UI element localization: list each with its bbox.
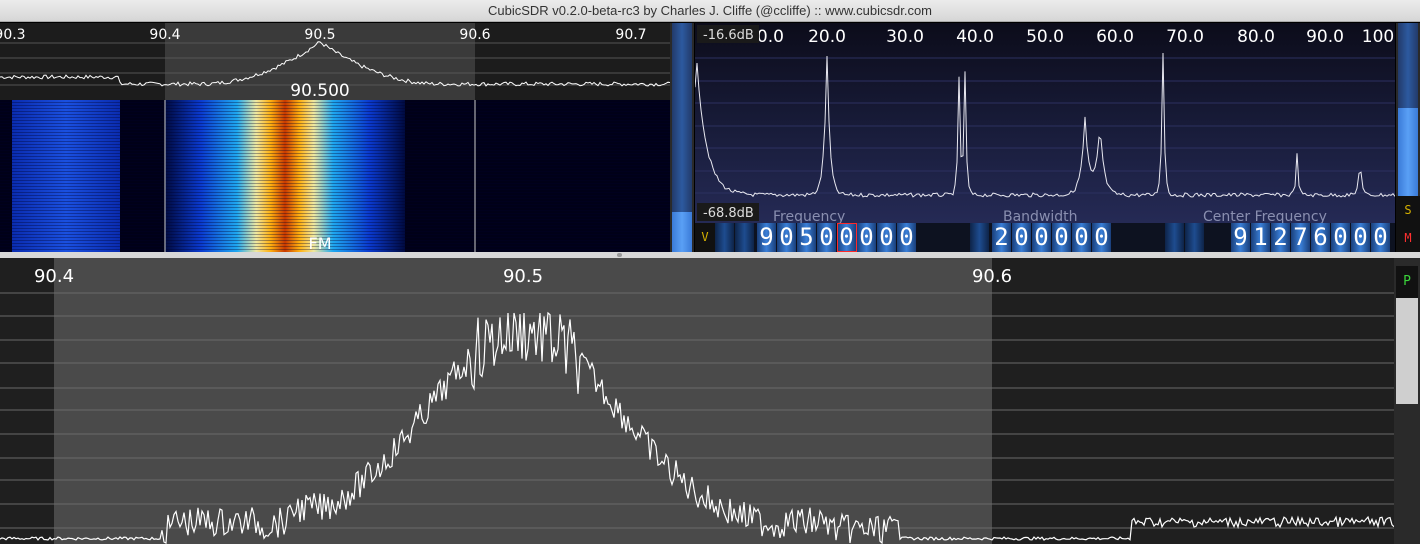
digit-cell[interactable]: 2 [992,223,1012,252]
audio-tick-label: 30.0 [886,27,924,47]
gain-meter-track [672,23,692,228]
digit-cell[interactable]: 0 [817,223,837,252]
digit-cell[interactable]: 0 [1072,223,1092,252]
digit-cell[interactable]: 0 [1032,223,1052,252]
digit-cell[interactable]: 0 [897,223,917,252]
frequency-pad-left [715,223,755,252]
audio-tick-label: 50.0 [1026,27,1064,47]
digit-cell[interactable]: 0 [1092,223,1112,252]
top-tick-label: 90.4 [149,27,180,43]
digit-cell[interactable]: 9 [1231,223,1251,252]
bottom-tick-label: 90.4 [34,266,74,287]
squelch-meter-track [1398,23,1418,108]
digit-cell[interactable]: 0 [1012,223,1032,252]
bandwidth-label: Bandwidth [1003,209,1078,223]
digit-cell[interactable]: 0 [877,223,897,252]
top-tick-label: 90.5 [304,27,335,43]
center-frequency-digits[interactable]: 91276000 [1231,223,1391,252]
frequency-label: Frequency [773,209,845,223]
audio-tick-label: 60.0 [1096,27,1134,47]
zoomed-band-highlight [54,258,992,544]
digit-cell[interactable]: 6 [1311,223,1331,252]
peak-meter [1396,298,1418,404]
audio-tick-label: 100 [1362,27,1394,47]
audio-tick-label: 90.0 [1306,27,1344,47]
audio-tick-label: 80.0 [1237,27,1275,47]
v-button[interactable]: V [695,223,715,252]
demod-mode-label: FM [308,234,331,252]
main-spectrum-svg: 90.3 90.4 90.5 90.6 90.7 90.500 [0,23,670,100]
gain-meter[interactable] [670,23,694,252]
p-button[interactable]: P [1396,266,1418,298]
waterfall-view[interactable]: FM [0,100,670,252]
digit-cell[interactable]: 2 [1271,223,1291,252]
audio-spectrum-svg: 10.0 20.0 30.0 40.0 50.0 60.0 70.0 80.0 90.0 100 … [695,25,1395,223]
digit-cell[interactable]: 7 [1291,223,1311,252]
top-tick-label: 90.7 [615,27,646,43]
digit-cell[interactable]: 0 [1052,223,1072,252]
m-button[interactable]: M [1396,224,1420,252]
squelch-meter[interactable]: S M [1396,23,1420,252]
bandwidth-pad [970,223,990,252]
db-bottom-label: -68.8dB [703,206,754,221]
digit-cell[interactable]: 0 [1331,223,1351,252]
digit-cell[interactable]: 0 [837,223,857,252]
center-frequency-label: 90.500 [290,81,349,100]
digit-cell[interactable]: 0 [1371,223,1391,252]
window-title: CubicSDR v0.2.0-beta-rc3 by Charles J. C… [0,0,1420,22]
center-pad [1165,223,1205,252]
audio-spectrum-trace [695,52,1395,198]
zoomed-spectrum-svg: 90.4 90.5 90.6 [0,258,1394,544]
audio-tick-label: 20.0 [808,27,846,47]
bottom-tick-label: 90.5 [503,266,543,287]
gain-meter-fill [672,212,692,252]
bandwidth-digits[interactable]: 200000 [992,223,1112,252]
digit-cell[interactable]: 5 [797,223,817,252]
main-spectrum-view[interactable]: 90.3 90.4 90.5 90.6 90.7 90.500 [0,23,670,100]
digit-cell[interactable]: 0 [1351,223,1371,252]
frequency-digits[interactable]: 90500000 [757,223,917,252]
audio-spectrum-view[interactable]: 10.0 20.0 30.0 40.0 50.0 60.0 70.0 80.0 90.0 100 … [695,23,1395,223]
bottom-tick-label: 90.6 [972,266,1012,287]
s-button[interactable]: S [1396,196,1420,224]
waterfall-svg: FM [0,100,670,252]
digit-cell[interactable]: 0 [777,223,797,252]
zoomed-spectrum-view[interactable]: 90.4 90.5 90.6 [0,258,1394,544]
top-tick-label: 90.3 [0,27,26,43]
top-tick-label: 90.6 [459,27,490,43]
audio-tick-label: 40.0 [956,27,994,47]
digit-cell[interactable]: 1 [1251,223,1271,252]
db-top-label: -16.6dB [703,28,754,43]
frequency-row: 90500000 200000 91276000 [695,223,1395,252]
digit-cell[interactable]: 9 [757,223,777,252]
digit-cell[interactable]: 0 [857,223,877,252]
center-frequency-field-label: Center Frequency [1203,209,1327,223]
audio-tick-label: 70.0 [1166,27,1204,47]
peak-column: P [1394,258,1420,544]
